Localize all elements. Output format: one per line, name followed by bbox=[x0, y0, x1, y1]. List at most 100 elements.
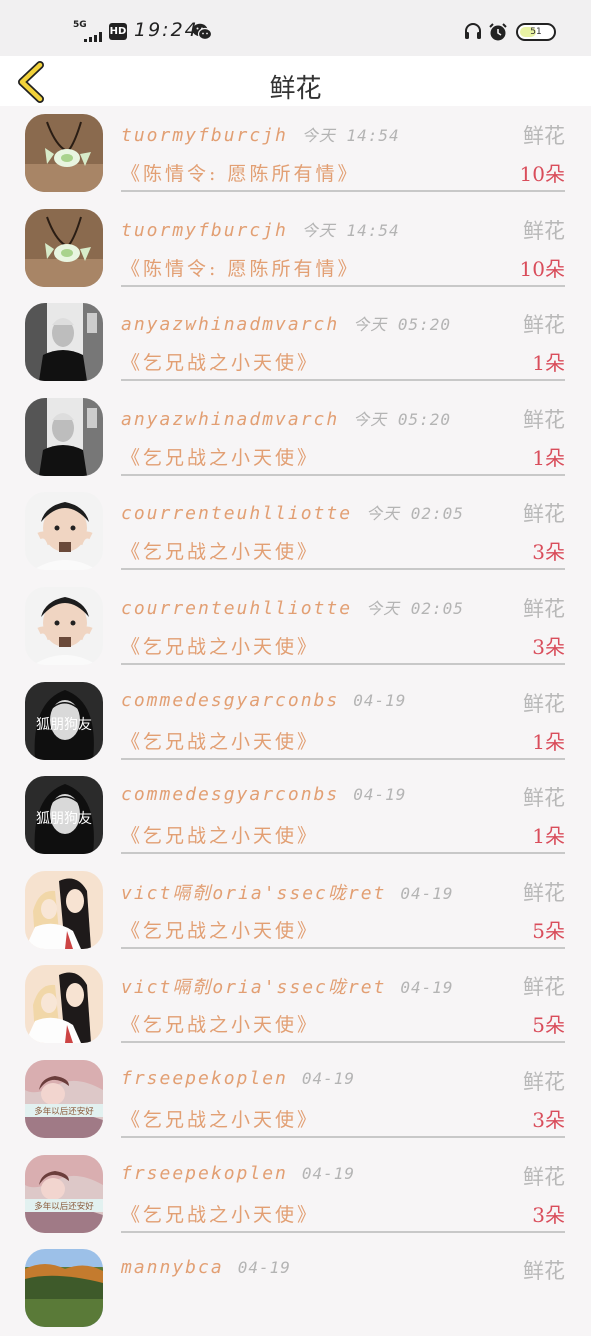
timestamp: 04-19 bbox=[353, 691, 407, 710]
gift-type: 鲜花 bbox=[523, 1165, 565, 1189]
avatar[interactable]: 多年以后还安好 bbox=[25, 1060, 103, 1138]
avatar[interactable] bbox=[25, 587, 103, 665]
divider bbox=[121, 758, 565, 760]
gift-type: 鲜花 bbox=[523, 1259, 565, 1283]
flower-count: 10朵 bbox=[519, 162, 565, 186]
list-item[interactable]: tuormyfburcjh 今天 14:54 鲜花《陈情令: 愿陈所有情》 10朵 bbox=[0, 201, 591, 296]
book-title[interactable]: 《乞兄战之小天使》 bbox=[121, 1200, 319, 1227]
network-type: 5G bbox=[73, 20, 87, 30]
username: frseepekoplen 04-19 bbox=[121, 1163, 356, 1184]
timestamp: 04-19 bbox=[237, 1258, 291, 1277]
username: commedesgyarconbs 04-19 bbox=[121, 784, 407, 805]
timestamp: 今天 05:20 bbox=[353, 410, 452, 429]
username: anyazwhinadmvarch 今天 05:20 bbox=[121, 409, 452, 430]
page-title: 鲜花 bbox=[269, 74, 322, 104]
timestamp: 04-19 bbox=[400, 978, 454, 997]
avatar[interactable] bbox=[25, 1249, 103, 1327]
username: vict嗝剞oria'ssec咙ret 04-19 bbox=[121, 977, 454, 998]
book-title[interactable]: 《乞兄战之小天使》 bbox=[121, 632, 319, 659]
book-title[interactable]: 《陈情令: 愿陈所有情》 bbox=[121, 159, 359, 186]
gift-type: 鲜花 bbox=[523, 975, 565, 999]
list-item[interactable]: 多年以后还安好 frseepekoplen 04-19 鲜花《乞兄战之小天使》 3朵 bbox=[0, 1147, 591, 1242]
avatar[interactable] bbox=[25, 871, 103, 949]
avatar[interactable] bbox=[25, 398, 103, 476]
avatar[interactable] bbox=[25, 209, 103, 287]
username: tuormyfburcjh 今天 14:54 bbox=[121, 220, 400, 241]
gift-type: 鲜花 bbox=[523, 692, 565, 716]
book-title[interactable]: 《乞兄战之小天使》 bbox=[121, 821, 319, 848]
book-title[interactable]: 《陈情令: 愿陈所有情》 bbox=[121, 254, 359, 281]
username: mannybca 04-19 bbox=[121, 1257, 291, 1278]
list-item[interactable]: 多年以后还安好 frseepekoplen 04-19 鲜花 《乞兄战之小天使》 3朵 bbox=[0, 1052, 591, 1147]
flower-count: 3朵 bbox=[532, 635, 565, 659]
battery-percent: 51 bbox=[530, 27, 542, 37]
list-item[interactable]: tuormyfburcjh 今天 14:54 鲜花《陈情令: 愿陈所有情》 10朵 bbox=[0, 106, 591, 201]
gift-type: 鲜花 bbox=[523, 408, 565, 432]
list-item[interactable]: anyazwhinadmvarch 今天 05:20 鲜花《乞兄战之小天使》 1朵 bbox=[0, 295, 591, 390]
svg-text:多年以后还安好: 多年以后还安好 bbox=[34, 1106, 94, 1117]
timestamp: 今天 02:05 bbox=[366, 504, 464, 523]
flower-count: 5朵 bbox=[532, 1013, 565, 1037]
list-item[interactable]: courrenteuhlliotte 今天 02:05 鲜花《乞兄战之小天使》 3朵 bbox=[0, 579, 591, 674]
list-item[interactable]: 狐朋狗友 commedesgyarconbs 04-19 鲜花 《乞兄战之小天使》 1朵 bbox=[0, 768, 591, 863]
divider bbox=[121, 285, 565, 287]
book-title[interactable]: 《乞兄战之小天使》 bbox=[121, 916, 319, 943]
username: tuormyfburcjh 今天 14:54 bbox=[121, 125, 400, 146]
timestamp: 04-19 bbox=[400, 884, 454, 903]
gift-type: 鲜花 bbox=[523, 786, 565, 810]
username: anyazwhinadmvarch 今天 05:20 bbox=[121, 314, 452, 335]
alarm-icon bbox=[488, 22, 508, 46]
flower-count: 3朵 bbox=[532, 1108, 565, 1132]
avatar[interactable] bbox=[25, 965, 103, 1043]
book-title[interactable]: 《乞兄战之小天使》 bbox=[121, 1010, 319, 1037]
list-item[interactable]: 狐朋狗友 commedesgyarconbs 04-19 鲜花《乞兄战之小天使》 1朵 bbox=[0, 674, 591, 769]
book-title[interactable]: 《乞兄战之小天使》 bbox=[121, 1105, 319, 1132]
flower-count: 1朵 bbox=[532, 730, 565, 754]
hd-icon: HD bbox=[109, 23, 127, 40]
clock: 19:24 bbox=[134, 19, 199, 41]
divider bbox=[121, 1231, 565, 1233]
book-title[interactable]: 《乞兄战之小天使》 bbox=[121, 537, 319, 564]
divider bbox=[121, 568, 565, 570]
avatar[interactable]: 多年以后还安好 bbox=[25, 1155, 103, 1233]
flower-count: 5朵 bbox=[532, 919, 565, 943]
divider bbox=[121, 379, 565, 381]
username: vict嗝剞oria'ssec咙ret 04-19 bbox=[121, 883, 454, 904]
username: frseepekoplen 04-19 bbox=[121, 1068, 356, 1089]
username: commedesgyarconbs 04-19 bbox=[121, 690, 407, 711]
divider bbox=[121, 474, 565, 476]
avatar[interactable] bbox=[25, 303, 103, 381]
list-item[interactable]: mannybca 04-19 鲜花 bbox=[0, 1241, 591, 1336]
book-title[interactable]: 《乞兄战之小天使》 bbox=[121, 443, 319, 470]
divider bbox=[121, 1136, 565, 1138]
nav-bar: 鲜花 bbox=[0, 56, 591, 106]
timestamp: 今天 02:05 bbox=[366, 599, 464, 618]
gift-type: 鲜花 bbox=[523, 219, 565, 243]
wechat-icon bbox=[192, 23, 213, 45]
list-item[interactable]: vict嗝剞oria'ssec咙ret 04-19 鲜花 《乞兄战之小天使》 5朵 bbox=[0, 863, 591, 958]
avatar[interactable]: 狐朋狗友 bbox=[25, 682, 103, 760]
list-item[interactable]: vict嗝剞oria'ssec咙ret 04-19 鲜花《乞兄战之小天使》 5朵 bbox=[0, 957, 591, 1052]
timestamp: 今天 14:54 bbox=[301, 221, 400, 240]
gift-type: 鲜花 bbox=[523, 124, 565, 148]
book-title[interactable]: 《乞兄战之小天使》 bbox=[121, 348, 319, 375]
username: courrenteuhlliotte 今天 02:05 bbox=[121, 598, 464, 619]
timestamp: 04-19 bbox=[301, 1164, 356, 1183]
flower-count: 1朵 bbox=[532, 351, 565, 375]
avatar[interactable] bbox=[25, 492, 103, 570]
gift-type: 鲜花 bbox=[523, 313, 565, 337]
list-item[interactable]: anyazwhinadmvarch 今天 05:20 鲜花《乞兄战之小天使》 1朵 bbox=[0, 390, 591, 485]
gift-type: 鲜花 bbox=[523, 502, 565, 526]
flower-count: 3朵 bbox=[532, 540, 565, 564]
avatar[interactable] bbox=[25, 114, 103, 192]
gift-type: 鲜花 bbox=[523, 597, 565, 621]
flower-count: 1朵 bbox=[532, 446, 565, 470]
book-title[interactable]: 《乞兄战之小天使》 bbox=[121, 727, 319, 754]
timestamp: 04-19 bbox=[301, 1069, 356, 1088]
flower-count: 10朵 bbox=[519, 257, 565, 281]
list-item[interactable]: courrenteuhlliotte 今天 02:05 鲜花 《乞兄战之小天使》 3朵 bbox=[0, 484, 591, 579]
avatar[interactable]: 狐朋狗友 bbox=[25, 776, 103, 854]
flower-count: 3朵 bbox=[532, 1203, 565, 1227]
timestamp: 今天 05:20 bbox=[353, 315, 452, 334]
status-bar: 5G HD 19:24 51 bbox=[0, 0, 591, 56]
